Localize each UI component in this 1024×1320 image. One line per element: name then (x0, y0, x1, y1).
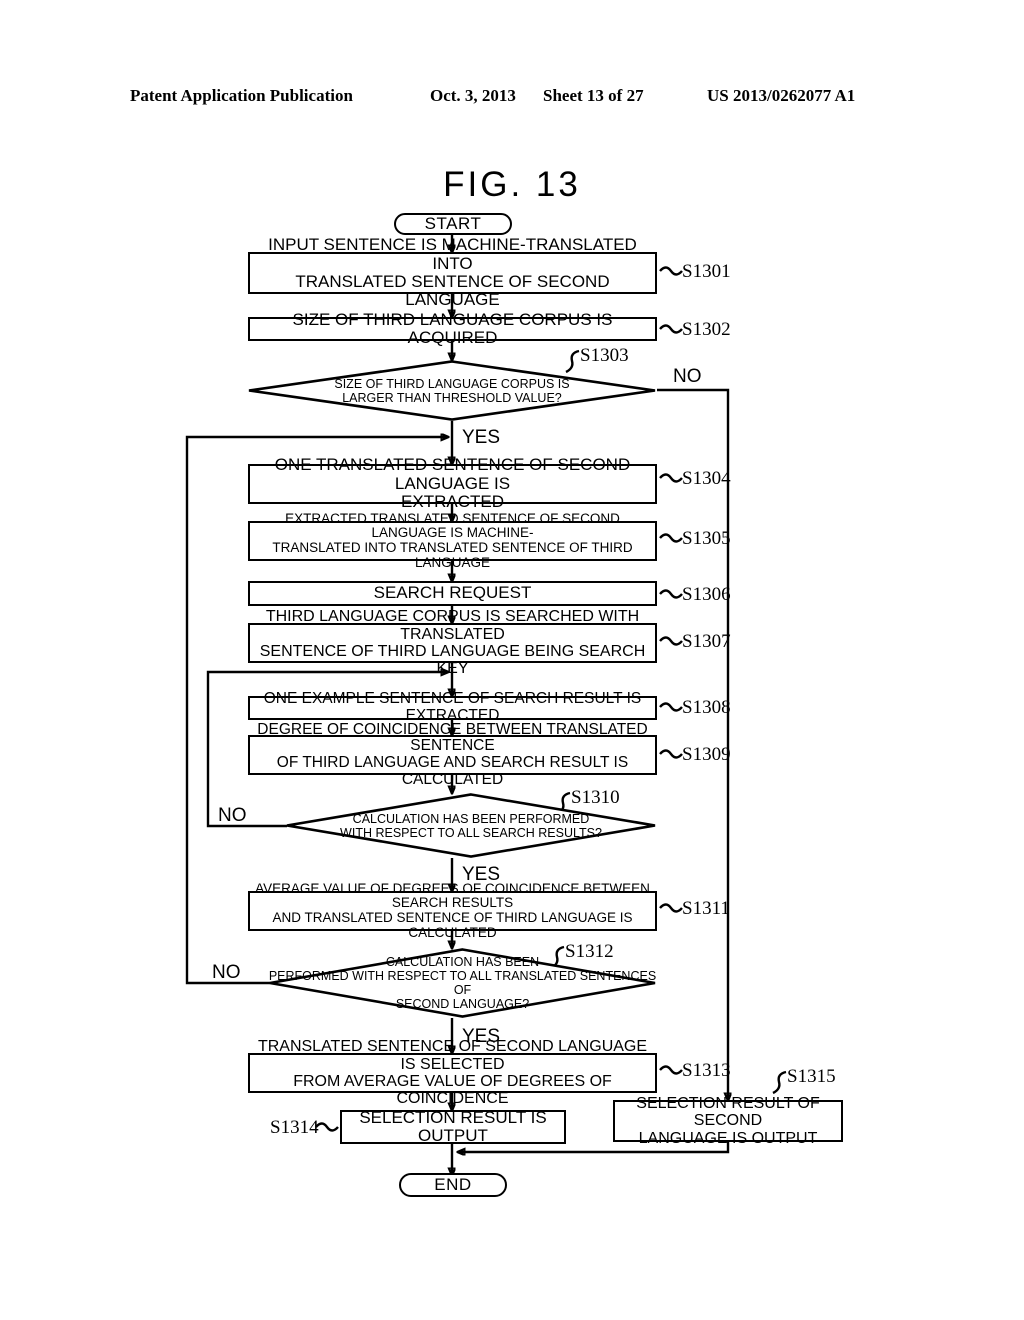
s1310-line-2: WITH RESPECT TO ALL SEARCH RESULTS? (340, 825, 602, 840)
step-ref-s1310: S1310 (571, 787, 620, 808)
header-publication: Patent Application Publication (130, 86, 353, 105)
s1307-line-1: THIRD LANGUAGE CORPUS IS SEARCHED WITH T… (265, 608, 640, 643)
s1311-line-1: AVERAGE VALUE OF DEGREES OF COINCIDENCE … (255, 880, 650, 911)
terminal-end-label: END (434, 1174, 472, 1194)
s1312-line-1: CALCULATION HAS BEEN (385, 955, 540, 969)
branch-label-s1312-no: NO (212, 962, 241, 983)
s1313-line-2: FROM AVERAGE VALUE OF DEGREES OF COINCID… (293, 1073, 612, 1108)
s1309-line-1: DEGREE OF COINCIDENCE BETWEEN TRANSLATED… (257, 720, 648, 755)
s1304-line-1: ONE TRANSLATED SENTENCE OF SECOND LANGUA… (274, 455, 631, 493)
page-header: Patent Application Publication Oct. 3, 2… (0, 86, 1024, 110)
header-sheet-number: Sheet 13 of 27 (543, 86, 644, 105)
header-patent-number: US 2013/0262077 A1 (707, 86, 856, 105)
process-box-s1311: AVERAGE VALUE OF DEGREES OF COINCIDENCE … (248, 881, 657, 939)
s1315-line-1: SELECTION RESULT OF SECOND (636, 1095, 820, 1130)
s1305-line-2: TRANSLATED INTO TRANSLATED SENTENCE OF T… (272, 540, 633, 570)
step-ref-s1313: S1313 (682, 1060, 731, 1081)
s1315-line-2: LANGUAGE IS OUTPUT (638, 1129, 818, 1147)
s1301-line-2: TRANSLATED SENTENCE OF SECOND LANGUAGE (295, 272, 610, 310)
step-ref-s1309: S1309 (682, 744, 731, 765)
process-box-s1314: SELECTION RESULT IS OUTPUT (340, 1107, 566, 1145)
s1305-line-1: EXTRACTED TRANSLATED SENTENCE OF SECOND … (285, 510, 620, 541)
branch-label-s1310-yes: YES (462, 864, 501, 885)
leader-s1305 (659, 533, 683, 543)
header-date: Oct. 3, 2013 (430, 86, 516, 105)
s1303-line-2: LARGER THAN THRESHOLD VALUE? (342, 390, 562, 405)
branch-label-s1303-yes: YES (462, 427, 501, 448)
leader-s1315 (772, 1070, 787, 1095)
s1314-line-1: SELECTION RESULT IS OUTPUT (359, 1107, 547, 1145)
process-box-s1302: SIZE OF THIRD LANGUAGE CORPUS IS ACQUIRE… (248, 310, 657, 347)
terminal-start: START (394, 213, 512, 235)
s1312-line-2: PERFORMED WITH RESPECT TO ALL TRANSLATED… (268, 969, 657, 997)
process-box-s1309: DEGREE OF COINCIDENCE BETWEEN TRANSLATED… (248, 721, 657, 788)
s1307-line-2: SENTENCE OF THIRD LANGUAGE BEING SEARCH … (259, 643, 646, 678)
terminal-end: END (399, 1173, 507, 1197)
s1312-line-3: SECOND LANGUAGE? (395, 997, 530, 1011)
process-box-s1308: ONE EXAMPLE SENTENCE OF SEARCH RESULT IS… (248, 690, 657, 724)
leader-s1302 (659, 324, 683, 334)
leader-s1308 (659, 702, 683, 712)
s1303-line-1: SIZE OF THIRD LANGUAGE CORPUS IS (334, 376, 570, 391)
step-ref-s1304: S1304 (682, 468, 731, 489)
step-ref-s1315: S1315 (787, 1066, 836, 1087)
step-ref-s1312: S1312 (565, 941, 614, 962)
leader-s1304 (659, 473, 683, 483)
s1304-line-2: EXTRACTED (401, 492, 504, 512)
step-ref-s1307: S1307 (682, 631, 731, 652)
decision-diamond-s1303: SIZE OF THIRD LANGUAGE CORPUS IS LARGER … (247, 360, 657, 421)
step-ref-s1306: S1306 (682, 584, 731, 605)
leader-s1309 (659, 749, 683, 759)
terminal-start-label: START (424, 213, 482, 233)
process-box-s1301: INPUT SENTENCE IS MACHINE-TRANSLATED INT… (248, 236, 657, 309)
branch-label-s1310-no: NO (218, 805, 247, 826)
step-ref-s1311: S1311 (682, 898, 730, 919)
branch-label-s1303-no: NO (673, 366, 702, 387)
leader-s1314 (315, 1122, 339, 1132)
s1309-line-2: OF THIRD LANGUAGE AND SEARCH RESULT IS C… (276, 754, 629, 788)
leader-s1301 (659, 266, 683, 276)
s1301-line-1: INPUT SENTENCE IS MACHINE-TRANSLATED INT… (268, 235, 637, 273)
step-ref-s1303: S1303 (580, 345, 629, 366)
step-ref-s1301: S1301 (682, 261, 731, 282)
leader-s1306 (659, 589, 683, 599)
process-box-s1306: SEARCH REQUEST (248, 581, 657, 606)
process-box-s1307: THIRD LANGUAGE CORPUS IS SEARCHED WITH T… (248, 608, 657, 677)
leader-s1313 (659, 1065, 683, 1075)
process-box-s1315: SELECTION RESULT OF SECOND LANGUAGE IS O… (613, 1095, 843, 1147)
figure-title: FIG. 13 (443, 165, 581, 204)
step-ref-s1314: S1314 (270, 1117, 319, 1138)
process-box-s1305: EXTRACTED TRANSLATED SENTENCE OF SECOND … (248, 511, 657, 569)
s1310-line-1: CALCULATION HAS BEEN PERFORMED (352, 811, 590, 826)
step-ref-s1308: S1308 (682, 697, 731, 718)
leader-s1311 (659, 903, 683, 913)
s1313-line-1: TRANSLATED SENTENCE OF SECOND LANGUAGE I… (257, 1038, 648, 1073)
branch-label-s1312-yes: YES (462, 1026, 501, 1047)
step-ref-s1305: S1305 (682, 528, 731, 549)
process-box-s1304: ONE TRANSLATED SENTENCE OF SECOND LANGUA… (248, 456, 657, 511)
step-ref-s1302: S1302 (682, 319, 731, 340)
s1302-line-1: SIZE OF THIRD LANGUAGE CORPUS IS ACQUIRE… (292, 309, 613, 347)
process-box-s1313: TRANSLATED SENTENCE OF SECOND LANGUAGE I… (248, 1038, 657, 1107)
leader-s1307 (659, 636, 683, 646)
s1306-line-1: SEARCH REQUEST (373, 583, 532, 603)
s1311-line-2: AND TRANSLATED SENTENCE OF THIRD LANGUAG… (272, 910, 633, 940)
